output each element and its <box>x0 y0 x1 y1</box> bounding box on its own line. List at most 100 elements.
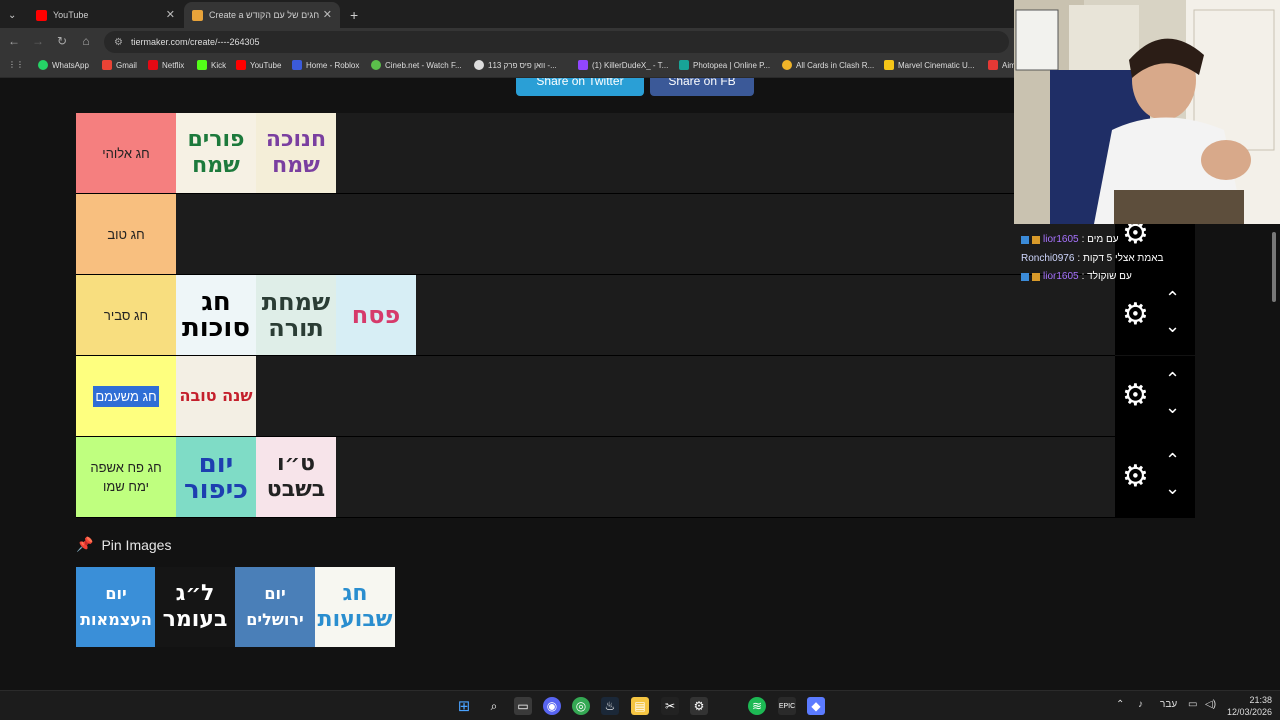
pin-images-heading: 📌 Pin Images <box>76 536 172 553</box>
tab-youtube[interactable]: YouTube ✕ <box>28 2 183 28</box>
back-icon[interactable]: ← <box>6 34 22 48</box>
discord-icon[interactable]: ◉ <box>543 697 561 715</box>
tier-controls: ⚙ ⌃ ⌄ <box>1115 356 1195 436</box>
microphone-icon[interactable]: ♪ <box>1138 699 1143 710</box>
bookmark-onepiece[interactable]: וואן פיס פרק 113 -... <box>474 60 557 70</box>
tier-label[interactable]: חג סביר <box>76 275 176 355</box>
capcut-icon[interactable]: ✂ <box>661 697 679 715</box>
chevron-down-icon: ⌄ <box>8 9 17 21</box>
app-icon[interactable]: ◆ <box>807 697 825 715</box>
file-explorer-icon[interactable]: ▤ <box>631 697 649 715</box>
tab-title: YouTube <box>53 10 89 20</box>
url-input[interactable]: ⚙ tiermaker.com/create/----264305 <box>104 31 1009 53</box>
clock-date: 12/03/2026 <box>1226 707 1272 717</box>
tab-tiermaker[interactable]: Create a חגים של עם הקודש Tier ✕ <box>184 2 340 28</box>
steam-icon[interactable]: ♨ <box>601 697 619 715</box>
chat-message: lior1605: עם שוקולד <box>1021 271 1132 282</box>
pin-item-shavuot[interactable]: חג שבועות <box>315 567 395 647</box>
tier-row: חג סביר חג סוכות שמחת תורה פסח <box>76 275 1115 356</box>
share-twitter-button[interactable]: Share on Twitter <box>516 78 644 96</box>
share-fb-button[interactable]: Share on FB <box>650 78 754 96</box>
scroll-thumb[interactable] <box>1272 232 1276 302</box>
tier-item-simchat-torah[interactable]: שמחת תורה <box>256 275 336 355</box>
system-clock[interactable]: 21:38 12/03/2026 <box>1227 694 1272 718</box>
url-text: tiermaker.com/create/----264305 <box>130 37 260 47</box>
pin-icon: 📌 <box>76 536 94 552</box>
bookmark-aim[interactable]: Aim <box>988 60 1016 70</box>
bookmark-marvel[interactable]: Marvel Cinematic U... <box>884 60 974 70</box>
chevron-down-icon[interactable]: ⌄ <box>1165 316 1180 337</box>
bookmark-netflix[interactable]: Netflix <box>148 60 184 70</box>
gear-icon[interactable]: ⚙ <box>1122 381 1149 411</box>
tier-item-rosh-hashana[interactable]: שנה טובה <box>176 356 256 436</box>
new-tab-button[interactable]: + <box>342 2 364 28</box>
tier-controls: ⚙ ⌃ ⌄ <box>1115 275 1195 355</box>
chevron-up-icon[interactable]: ⌃ <box>1165 450 1180 471</box>
pin-item-lag-baomer[interactable]: ל״ג בעומר <box>155 567 235 647</box>
volume-icon[interactable]: ◁) <box>1205 699 1216 710</box>
chevron-up-icon[interactable]: ⌃ <box>1165 288 1180 309</box>
bookmark-gmail[interactable]: Gmail <box>102 60 137 70</box>
gear-icon[interactable]: ⚙ <box>1122 462 1149 492</box>
chat-message: Ronchi0976: באמת אצלי 5 דקות <box>1021 253 1164 264</box>
youtube-icon <box>36 9 47 21</box>
bookmark-photopea[interactable]: Photopea | Online P... <box>679 60 770 70</box>
start-icon[interactable]: ⊞ <box>455 697 473 715</box>
tier-item-tu-bishvat[interactable]: ט״ו בשבט <box>256 437 336 517</box>
network-icon[interactable]: ▭ <box>1188 699 1197 710</box>
tier-label[interactable]: חג משעמם <box>76 356 176 436</box>
bookmark-roblox[interactable]: Home - Roblox <box>292 60 359 70</box>
crown-badge-icon <box>1032 272 1040 281</box>
chevron-up-icon[interactable]: ⌃ <box>1165 369 1180 390</box>
tier-controls: ⚙ ⌃ ⌄ <box>1115 437 1195 517</box>
tier-row: חג משעמם שנה טובה <box>76 356 1195 437</box>
search-icon[interactable]: ⌕ <box>485 697 503 715</box>
forward-icon[interactable]: → <box>30 34 46 48</box>
home-icon[interactable]: ⌂ <box>78 34 94 48</box>
tier-item-pesach[interactable]: פסח <box>336 275 416 355</box>
task-view-icon[interactable]: ▭ <box>514 697 532 715</box>
chevron-up-icon[interactable]: ⌃ <box>1116 699 1124 710</box>
tier-label[interactable]: חג פח אשפה ימח שמו <box>76 437 176 517</box>
bookmark-youtube[interactable]: YouTube <box>236 60 281 70</box>
apps-icon[interactable]: ⋮⋮ <box>8 60 24 69</box>
clock-time: 21:38 <box>1249 695 1272 705</box>
tier-label[interactable]: חג טוב <box>76 194 176 274</box>
pin-item-jerusalem-day[interactable]: יום ירושלים <box>235 567 315 647</box>
close-icon[interactable]: ✕ <box>166 8 175 21</box>
language-indicator[interactable]: עבר <box>1160 699 1177 710</box>
tab-title: Create a חגים של עם הקודש Tier <box>209 10 321 20</box>
webcam-picture <box>1014 0 1280 224</box>
chevron-down-icon[interactable]: ⌄ <box>1165 478 1180 499</box>
tier-label[interactable]: חג אלוהי <box>76 113 176 193</box>
chevron-down-icon[interactable]: ⌄ <box>1165 397 1180 418</box>
webcam-overlay <box>1014 0 1280 224</box>
tab-search-button[interactable]: ⌄ <box>0 2 30 28</box>
spotify-icon[interactable]: ≋ <box>748 697 766 715</box>
bookmark-cineb[interactable]: Cineb.net - Watch F... <box>371 60 462 70</box>
bookmark-clash[interactable]: All Cards in Clash R... <box>782 60 874 70</box>
bookmark-twitch[interactable]: (1) KillerDudeX_ - T... <box>578 60 668 70</box>
tier-item-purim[interactable]: פורים שמח <box>176 113 256 193</box>
reload-icon[interactable]: ↻ <box>54 34 70 48</box>
epic-games-icon[interactable]: EPIC <box>778 697 796 715</box>
tier-item-yom-kippur[interactable]: יום כיפור <box>176 437 256 517</box>
windows-taskbar: ⊞ ⌕ ▭ ◉ ◎ ♨ ▤ ✂ ⚙ ≋ EPIC ◆ ⌃ ♪ עבר ▭ ◁) … <box>0 690 1280 720</box>
gear-icon[interactable]: ⚙ <box>1122 300 1149 330</box>
crown-badge-icon <box>1032 235 1040 244</box>
pin-item-independence-day[interactable]: יום העצמאות <box>76 567 156 647</box>
settings-app-icon[interactable]: ⚙ <box>690 697 708 715</box>
chat-message: lior1605: עם מים <box>1021 234 1119 245</box>
tier-item-hanukkah[interactable]: חנוכה שמח <box>256 113 336 193</box>
bookmark-kick[interactable]: Kick <box>197 60 226 70</box>
plus-icon: + <box>350 7 359 23</box>
tier-item-sukkot[interactable]: חג סוכות <box>176 275 256 355</box>
sub-badge-icon <box>1021 235 1029 244</box>
page-scrollbar[interactable] <box>1268 224 1280 690</box>
site-info-icon[interactable]: ⚙ <box>114 37 123 48</box>
chrome-icon[interactable]: ◎ <box>572 697 590 715</box>
tier-row: חג פח אשפה ימח שמו יום כיפור ט״ו בשבט <box>76 437 1195 518</box>
close-icon[interactable]: ✕ <box>323 8 332 21</box>
tiermaker-icon <box>192 9 203 21</box>
bookmark-whatsapp[interactable]: WhatsApp <box>38 60 89 70</box>
